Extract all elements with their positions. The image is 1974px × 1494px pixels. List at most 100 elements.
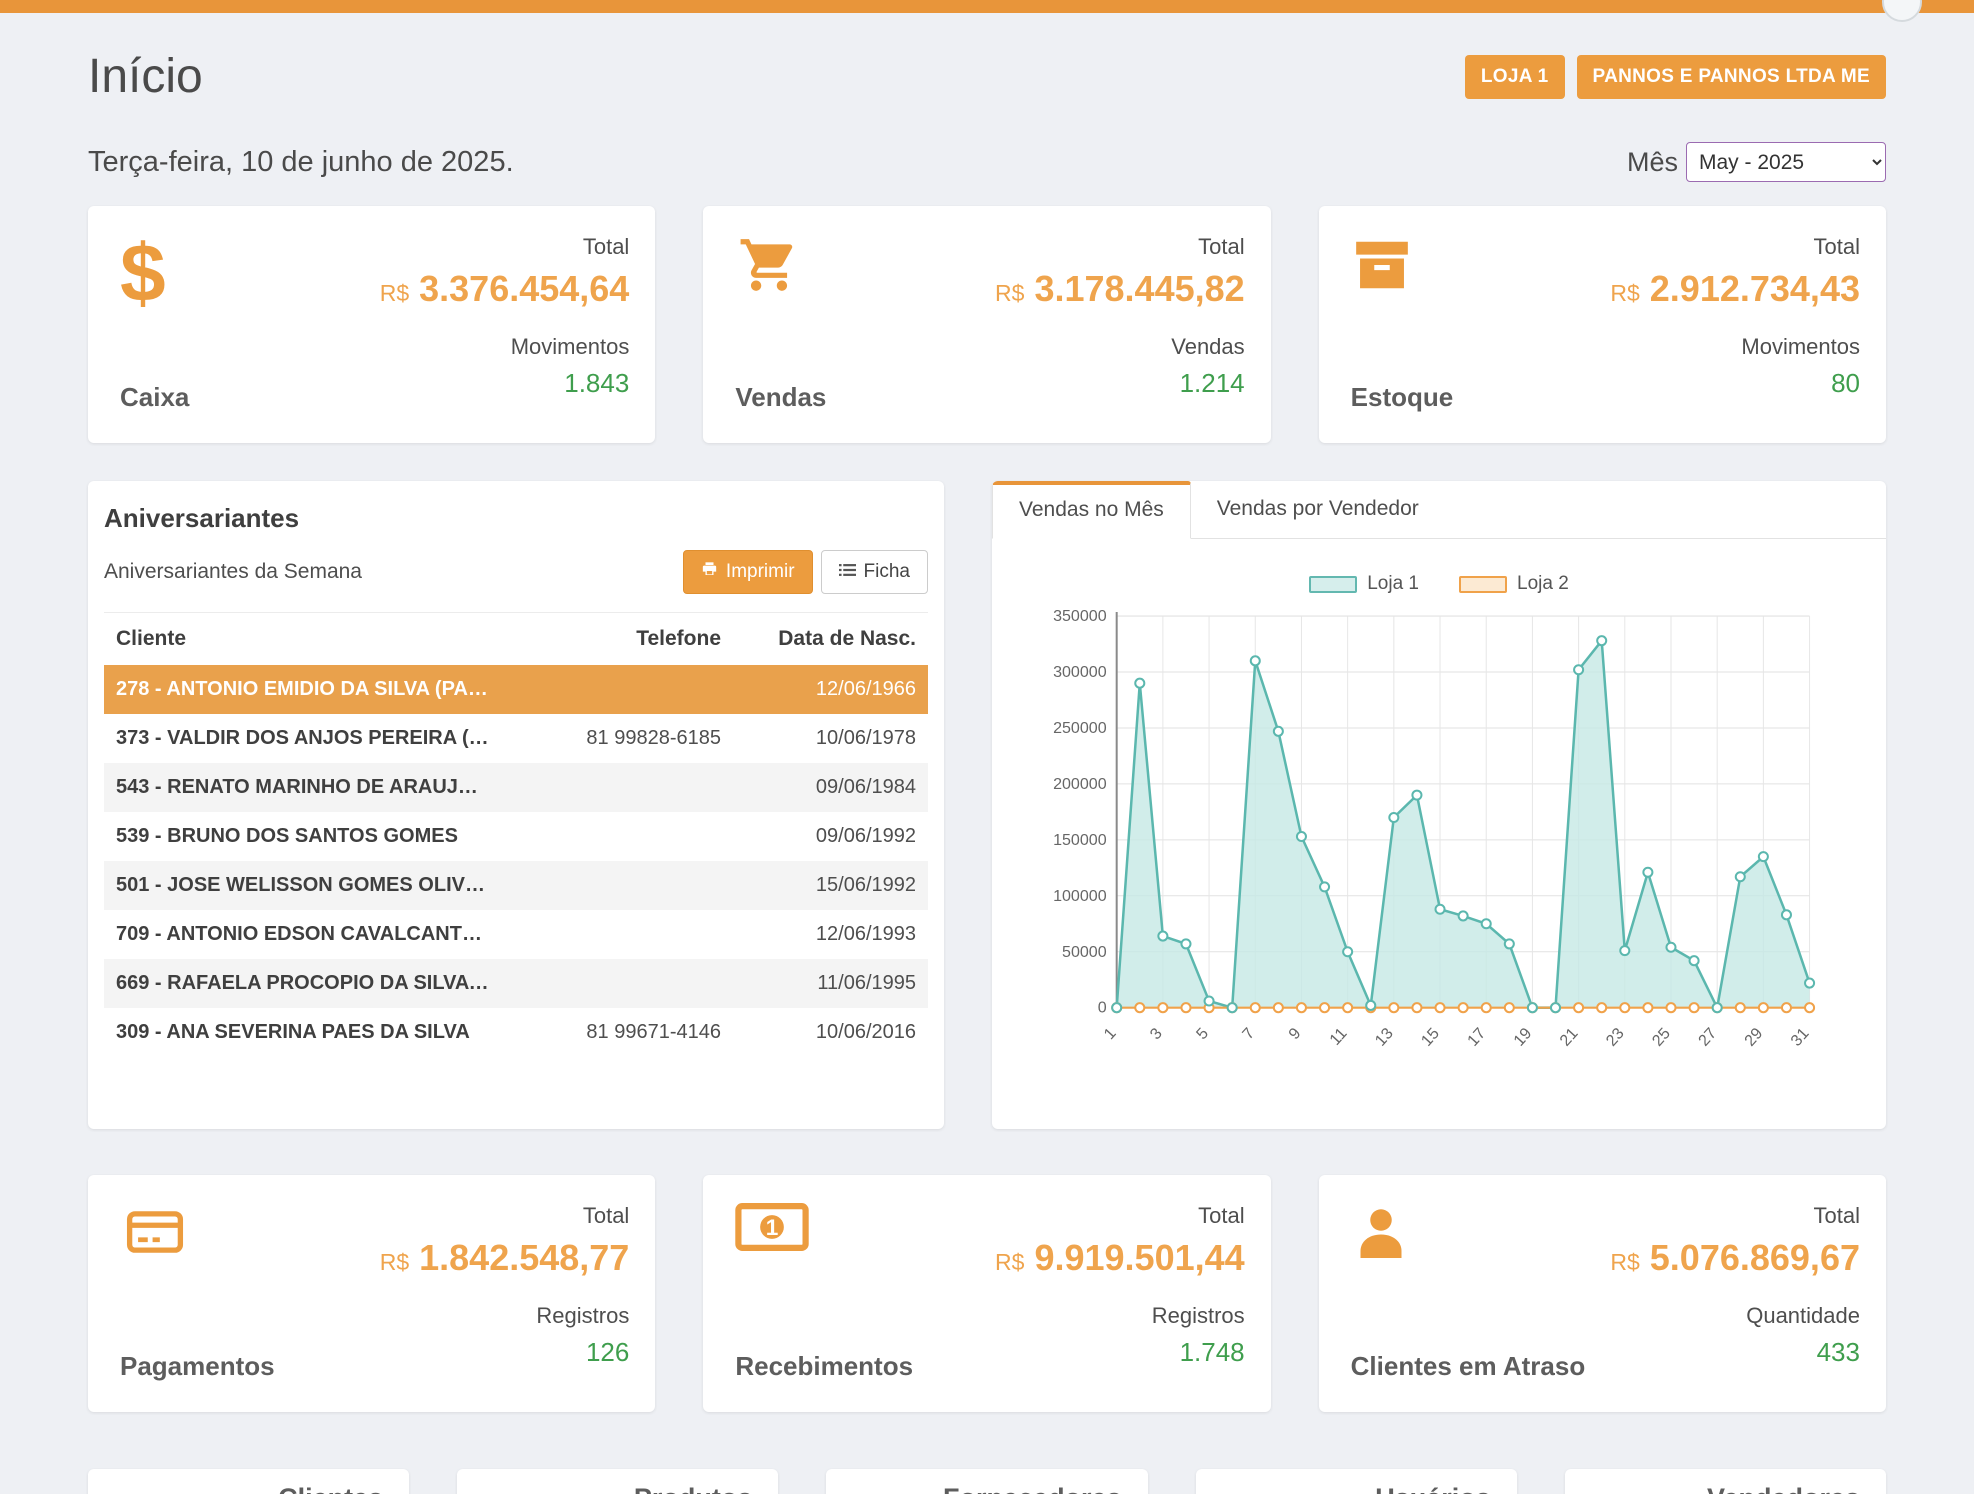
footer-card-label: Produtos	[483, 1483, 752, 1494]
svg-text:29: 29	[1741, 1024, 1766, 1049]
stat-card-vendas: Vendas Total R$ 3.178.445,82 Vendas 1.21…	[703, 206, 1270, 443]
total-label: Total	[995, 1203, 1245, 1229]
footer-card-label: Clientes	[114, 1483, 383, 1494]
top-accent-bar	[0, 0, 1974, 13]
footer-card-vendedores: Vendedores	[1565, 1469, 1886, 1494]
stat-card-name: Recebimentos	[735, 1351, 913, 1386]
svg-text:50000: 50000	[1062, 943, 1107, 961]
count-value: 126	[380, 1337, 630, 1368]
count-label: Vendas	[995, 334, 1245, 360]
svg-text:25: 25	[1649, 1024, 1674, 1049]
dollar-icon: $	[120, 234, 189, 314]
footer-card-produtos: Produtos	[457, 1469, 778, 1494]
cart-icon	[735, 234, 826, 314]
birthday-row[interactable]: 669 - RAFAELA PROCOPIO DA SILVA CA…11/06…	[104, 959, 928, 1008]
birthday-table: Cliente Telefone Data de Nasc. 278 - ANT…	[104, 612, 928, 1057]
svg-text:5: 5	[1193, 1024, 1212, 1043]
svg-text:350000: 350000	[1053, 607, 1107, 625]
birthday-row[interactable]: 543 - RENATO MARINHO DE ARAUJO (F…09/06/…	[104, 763, 928, 812]
footer-card-label: Usuários	[1222, 1483, 1491, 1494]
birthday-row[interactable]: 709 - ANTONIO EDSON CAVALCANTE D…12/06/1…	[104, 910, 928, 959]
column-telefone: Telefone	[506, 627, 721, 651]
svg-text:13: 13	[1371, 1024, 1396, 1049]
legend-loja1: Loja 1	[1309, 573, 1419, 595]
birthdays-subtitle: Aniversariantes da Semana	[104, 560, 362, 584]
count-value: 1.214	[995, 368, 1245, 399]
total-label: Total	[1610, 1203, 1860, 1229]
total-value: R$ 3.376.454,64	[380, 268, 630, 310]
count-label: Quantidade	[1610, 1303, 1860, 1329]
total-label: Total	[1610, 234, 1860, 260]
total-value: R$ 1.842.548,77	[380, 1237, 630, 1279]
count-value: 433	[1610, 1337, 1860, 1368]
stat-card-name: Vendas	[735, 382, 826, 417]
person-icon	[1351, 1203, 1586, 1283]
footer-card-label: Fornecedores	[852, 1483, 1121, 1494]
count-value: 1.843	[380, 368, 630, 399]
footer-card-clientes: Clientes	[88, 1469, 409, 1494]
svg-text:300000: 300000	[1053, 663, 1107, 681]
svg-text:1: 1	[766, 1215, 779, 1240]
month-select[interactable]: May - 2025	[1686, 142, 1886, 182]
tab-vendas-por-vendedor[interactable]: Vendas por Vendedor	[1191, 481, 1445, 539]
svg-text:15: 15	[1418, 1024, 1443, 1049]
footer-cards: Clientes Produtos Fornecedores Usuários Vend…	[88, 1469, 1886, 1494]
birthday-row[interactable]: 539 - BRUNO DOS SANTOS GOMES09/06/1992	[104, 812, 928, 861]
total-value: R$ 5.076.869,67	[1610, 1237, 1860, 1279]
stat-card-recebimentos: 1 Recebimentos Total R$ 9.919.501,44 Reg…	[703, 1175, 1270, 1412]
store-badge-company: PANNOS E PANNOS LTDA ME	[1577, 55, 1886, 99]
stat-card-pagamentos: Pagamentos Total R$ 1.842.548,77 Registr…	[88, 1175, 655, 1412]
svg-text:7: 7	[1239, 1024, 1258, 1043]
loja1-swatch	[1309, 576, 1357, 593]
birthday-row[interactable]: 373 - VALDIR DOS ANJOS PEREIRA (AN…81 99…	[104, 714, 928, 763]
birthday-table-header: Cliente Telefone Data de Nasc.	[104, 613, 928, 665]
column-cliente: Cliente	[116, 627, 506, 651]
month-label: Mês	[1627, 147, 1678, 178]
chart-legend: Loja 1 Loja 2	[992, 573, 1886, 595]
birthdays-card: Aniversariantes Aniversariantes da Seman…	[88, 481, 944, 1129]
user-avatar[interactable]	[1882, 0, 1922, 22]
count-label: Registros	[995, 1303, 1245, 1329]
column-nascimento: Data de Nasc.	[721, 627, 916, 651]
svg-text:3: 3	[1146, 1024, 1165, 1043]
count-label: Movimentos	[380, 334, 630, 360]
svg-text:150000: 150000	[1053, 831, 1107, 849]
print-button[interactable]: Imprimir	[683, 550, 813, 594]
store-badges: LOJA 1 PANNOS E PANNOS LTDA ME	[1465, 55, 1886, 99]
sales-chart-card: Vendas no Mês Vendas por Vendedor Loja 1…	[992, 481, 1886, 1129]
ficha-button[interactable]: Ficha	[821, 550, 928, 594]
svg-text:1: 1	[1100, 1024, 1119, 1043]
stat-card-estoque: Estoque Total R$ 2.912.734,43 Movimentos…	[1319, 206, 1886, 443]
svg-text:250000: 250000	[1053, 719, 1107, 737]
svg-text:27: 27	[1695, 1024, 1720, 1049]
count-label: Movimentos	[1610, 334, 1860, 360]
legend-loja2: Loja 2	[1459, 573, 1569, 595]
stat-card-name: Estoque	[1351, 382, 1454, 417]
birthday-row[interactable]: 278 - ANTONIO EMIDIO DA SILVA (PALE…12/0…	[104, 665, 928, 714]
svg-text:31: 31	[1787, 1024, 1812, 1049]
stat-card-caixa: $ Caixa Total R$ 3.376.454,64 Movimentos…	[88, 206, 655, 443]
stat-card-name: Caixa	[120, 382, 189, 417]
box-icon	[1351, 234, 1454, 314]
birthday-row[interactable]: 309 - ANA SEVERINA PAES DA SILVA81 99671…	[104, 1008, 928, 1057]
total-label: Total	[380, 1203, 630, 1229]
svg-text:17: 17	[1464, 1024, 1489, 1049]
current-date: Terça-feira, 10 de junho de 2025.	[88, 146, 514, 179]
footer-card-label: Vendedores	[1591, 1483, 1860, 1494]
page-title: Início	[88, 49, 203, 104]
svg-text:100000: 100000	[1053, 887, 1107, 905]
birthday-row[interactable]: 501 - JOSE WELISSON GOMES OLIVEIR…15/06/…	[104, 861, 928, 910]
tab-vendas-no-mes[interactable]: Vendas no Mês	[992, 481, 1191, 539]
total-label: Total	[380, 234, 630, 260]
svg-text:19: 19	[1510, 1024, 1535, 1049]
svg-text:11: 11	[1326, 1024, 1351, 1048]
svg-text:9: 9	[1285, 1024, 1304, 1043]
printer-icon	[701, 561, 718, 583]
banknote-icon: 1	[735, 1203, 913, 1283]
count-value: 80	[1610, 368, 1860, 399]
total-value: R$ 9.919.501,44	[995, 1237, 1245, 1279]
footer-card-fornecedores: Fornecedores	[826, 1469, 1147, 1494]
count-value: 1.748	[995, 1337, 1245, 1368]
stat-card-name: Clientes em Atraso	[1351, 1351, 1586, 1386]
svg-text:0: 0	[1098, 999, 1107, 1017]
